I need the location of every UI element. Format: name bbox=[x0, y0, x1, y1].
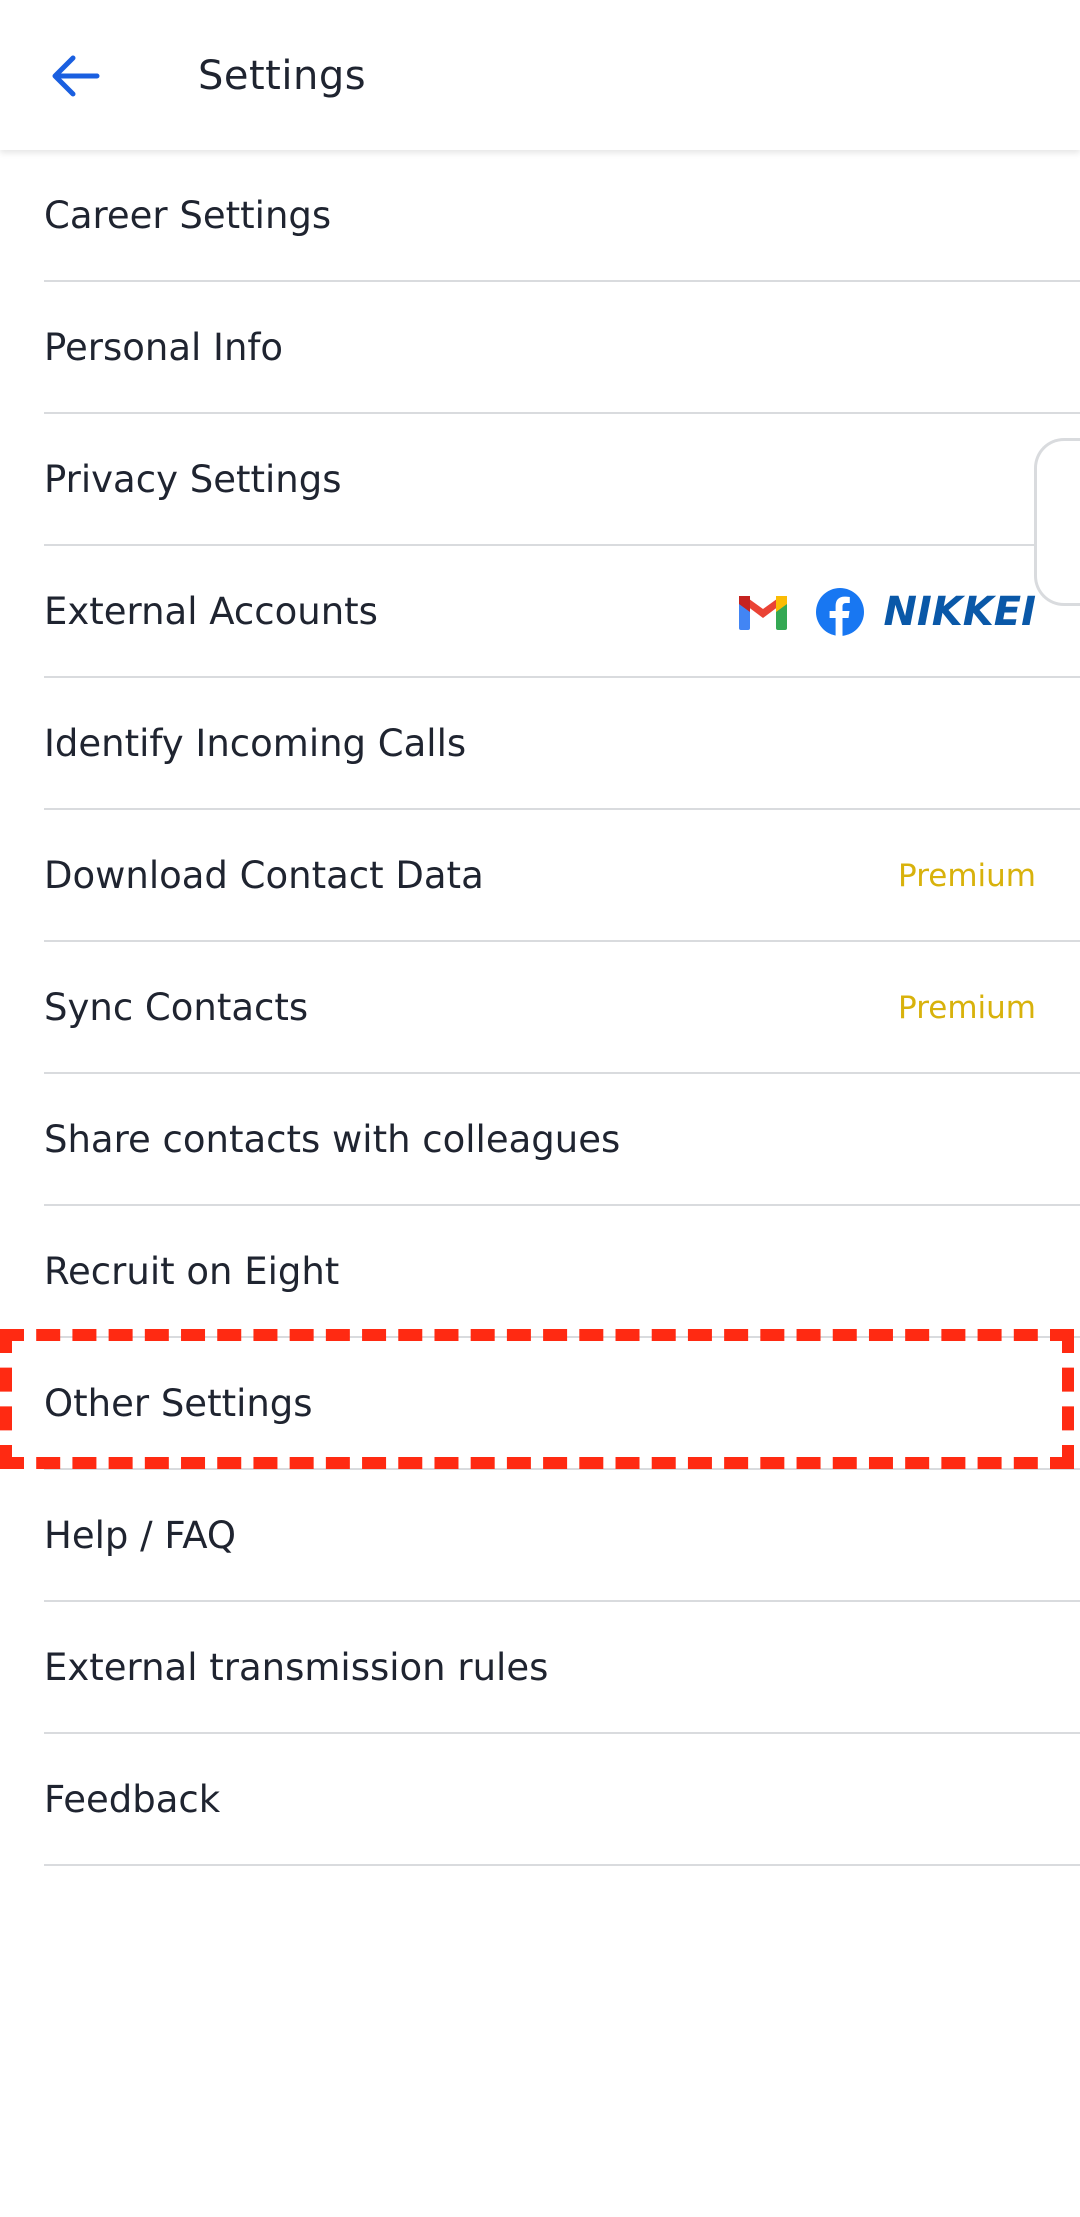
settings-item-label: Other Settings bbox=[44, 1382, 313, 1425]
settings-item-label: External transmission rules bbox=[44, 1646, 549, 1689]
settings-item-feedback[interactable]: Feedback bbox=[0, 1734, 1080, 1866]
page-title: Settings bbox=[198, 53, 367, 99]
settings-item-label: Privacy Settings bbox=[44, 458, 342, 501]
gmail-icon bbox=[737, 592, 789, 632]
settings-item-label: Sync Contacts bbox=[44, 986, 309, 1029]
settings-item-label: Help / FAQ bbox=[44, 1514, 237, 1557]
app-bar: Settings bbox=[0, 0, 1080, 150]
edge-drag-handle[interactable] bbox=[1034, 438, 1080, 606]
settings-item-other-settings[interactable]: Other Settings bbox=[0, 1338, 1080, 1470]
settings-item-download-contact-data[interactable]: Download Contact Data Premium bbox=[0, 810, 1080, 942]
divider bbox=[44, 1864, 1080, 1866]
premium-badge: Premium bbox=[898, 990, 1036, 1026]
settings-item-career-settings[interactable]: Career Settings bbox=[0, 150, 1080, 282]
nikkei-logo: NIKKEI bbox=[883, 589, 1036, 635]
settings-item-label: External Accounts bbox=[44, 590, 378, 633]
settings-item-external-accounts[interactable]: External Accounts NIKKEI bbox=[0, 546, 1080, 678]
settings-item-label: Share contacts with colleagues bbox=[44, 1118, 621, 1161]
settings-item-label: Download Contact Data bbox=[44, 854, 484, 897]
settings-item-label: Identify Incoming Calls bbox=[44, 722, 467, 765]
settings-item-label: Feedback bbox=[44, 1778, 221, 1821]
settings-item-privacy-settings[interactable]: Privacy Settings bbox=[0, 414, 1080, 546]
premium-badge: Premium bbox=[898, 858, 1036, 894]
settings-item-personal-info[interactable]: Personal Info bbox=[0, 282, 1080, 414]
settings-list: Career Settings Personal Info Privacy Se… bbox=[0, 150, 1080, 1866]
settings-item-label: Career Settings bbox=[44, 194, 332, 237]
settings-item-help-faq[interactable]: Help / FAQ bbox=[0, 1470, 1080, 1602]
linked-accounts: NIKKEI bbox=[737, 546, 1036, 678]
settings-item-sync-contacts[interactable]: Sync Contacts Premium bbox=[0, 942, 1080, 1074]
arrow-left-icon bbox=[52, 55, 100, 97]
settings-item-recruit-on-eight[interactable]: Recruit on Eight bbox=[0, 1206, 1080, 1338]
settings-item-label: Personal Info bbox=[44, 326, 284, 369]
settings-item-external-transmission-rules[interactable]: External transmission rules bbox=[0, 1602, 1080, 1734]
back-button[interactable] bbox=[40, 40, 112, 112]
settings-item-identify-incoming-calls[interactable]: Identify Incoming Calls bbox=[0, 678, 1080, 810]
settings-item-label: Recruit on Eight bbox=[44, 1250, 340, 1293]
settings-item-share-contacts[interactable]: Share contacts with colleagues bbox=[0, 1074, 1080, 1206]
facebook-icon bbox=[815, 587, 865, 637]
